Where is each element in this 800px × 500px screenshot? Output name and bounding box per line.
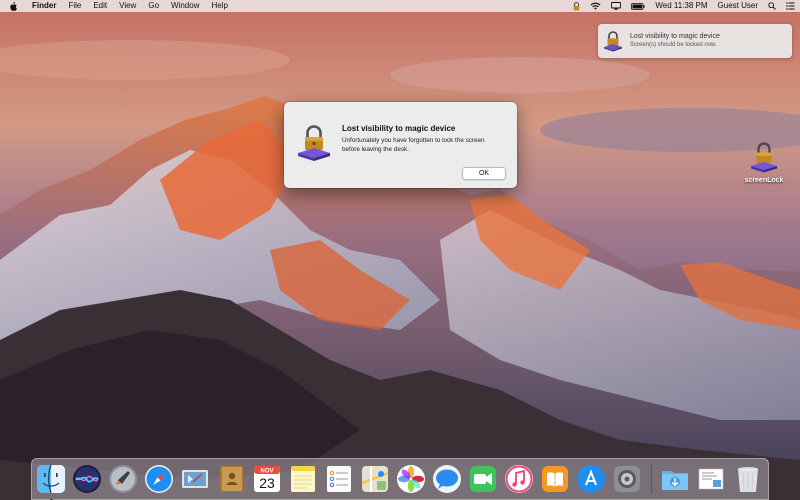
dock-item-downloads[interactable] [659,463,691,495]
menu-bar-extras: Wed 11:38 PM Guest User [568,0,800,12]
launchpad-icon [109,465,137,493]
contacts-icon [220,466,243,492]
dock-item-siri[interactable] [71,463,103,495]
notification-body: Screen(s) should be locked now. [630,42,717,48]
apple-icon [10,1,17,11]
ok-button[interactable]: OK [462,167,506,180]
calendar-month: NOV [260,469,273,475]
lock-status-icon[interactable] [568,0,585,12]
dock-item-reminders[interactable] [323,463,355,495]
safari-icon [145,465,173,493]
notification-center-icon[interactable] [781,0,800,12]
notification-text: Lost visibility to magic device Screen(s… [630,32,720,50]
mountain-wallpaper [0,0,800,500]
menu-app-finder[interactable]: Finder [26,0,62,12]
desktop-item-screenlock[interactable]: screenLock [738,140,790,184]
desktop-item-label: screenLock [744,177,784,184]
battery-icon[interactable] [626,0,650,12]
menu-window[interactable]: Window [165,0,205,12]
dock-item-app-store[interactable] [575,463,607,495]
app-store-icon [577,465,605,493]
alert-message: Unfortunately you have forgotten to lock… [342,137,485,153]
menu-go[interactable]: Go [142,0,165,12]
trash-icon [738,467,758,492]
airplay-icon[interactable] [606,0,626,12]
calendar-day: 23 [259,475,275,491]
notification-banner[interactable]: Lost visibility to magic device Screen(s… [598,24,792,58]
dock-item-maps[interactable] [359,463,391,495]
dock-item-contacts[interactable] [215,463,247,495]
screenlock-lock-icon [751,142,777,173]
alert-dialog: Lost visibility to magic device Unfortun… [284,102,517,188]
alert-title: Lost visibility to magic device [342,124,456,133]
desktop-wallpaper [0,0,800,500]
dock-separator [651,464,652,494]
dock-item-messages[interactable] [431,463,463,495]
menu-file[interactable]: File [62,0,87,12]
dock-item-preview[interactable] [695,463,727,495]
dock-item-finder[interactable] [35,463,67,500]
dock: NOV 23 [31,458,769,500]
menu-user[interactable]: Guest User [713,0,763,12]
dock-item-photos[interactable] [395,463,427,495]
reminders-icon [327,466,351,492]
screenlock-lock-icon [298,125,330,161]
menu-bar: Finder File Edit View Go Window Help Wed… [0,0,800,12]
siri-icon [73,465,101,493]
dock-item-mail[interactable] [179,463,211,495]
facetime-icon [470,466,496,492]
menu-edit[interactable]: Edit [87,0,113,12]
apple-menu[interactable] [0,0,26,12]
itunes-icon [505,465,533,493]
photos-icon [397,465,425,493]
dock-item-calendar[interactable]: NOV 23 [251,463,283,495]
finder-icon [37,464,65,494]
spotlight-search-icon[interactable] [763,0,781,12]
ibooks-icon [542,466,568,492]
menu-view[interactable]: View [113,0,142,12]
dock-item-launchpad[interactable] [107,463,139,495]
menu-help[interactable]: Help [205,0,233,12]
downloads-folder-icon [662,471,688,490]
dock-item-notes[interactable] [287,463,319,495]
preview-icon [698,468,724,490]
mail-icon [182,470,208,488]
notification-title: Lost visibility to magic device [630,33,720,40]
dock-item-itunes[interactable] [503,463,535,495]
menu-clock[interactable]: Wed 11:38 PM [650,0,712,12]
system-preferences-icon [614,466,640,492]
dock-item-system-preferences[interactable] [611,463,643,495]
calendar-icon: NOV 23 [254,466,280,492]
wifi-icon[interactable] [585,0,606,12]
screenlock-app-icon [604,31,622,52]
dock-item-ibooks[interactable] [539,463,571,495]
dock-item-safari[interactable] [143,463,175,495]
messages-icon [433,465,461,493]
maps-icon [361,466,389,492]
notes-icon [291,466,315,492]
dock-item-trash[interactable] [732,463,764,495]
dock-item-facetime[interactable] [467,463,499,495]
